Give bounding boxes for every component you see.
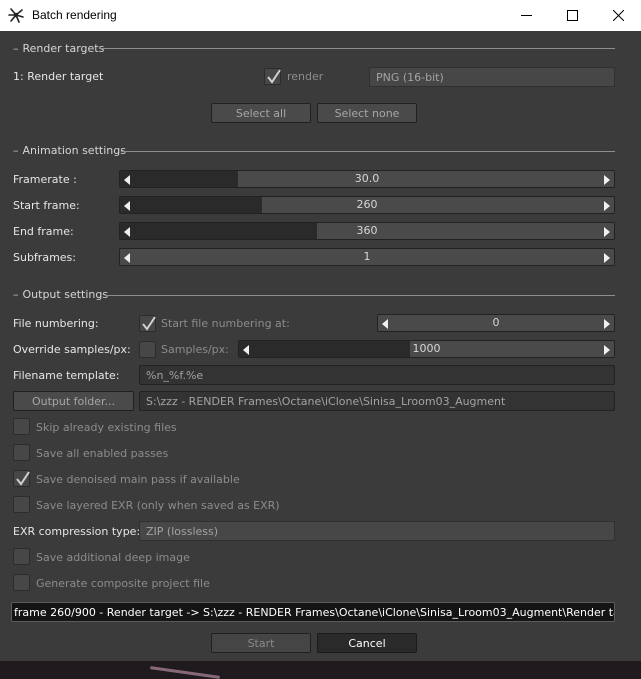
framerate-value: 30.0 <box>354 172 380 185</box>
save-all-passes-checkbox[interactable] <box>13 444 30 461</box>
render-checkbox-label: render <box>287 70 324 83</box>
save-deep-image-label: Save additional deep image <box>36 551 190 564</box>
start-button[interactable]: Start <box>211 633 311 653</box>
section-dash: – <box>13 287 19 301</box>
minimize-button[interactable] <box>503 0 549 31</box>
samples-px-label: Samples/px: <box>161 343 229 356</box>
save-denoised-label: Save denoised main pass if available <box>36 473 240 486</box>
octane-logo-icon <box>8 7 24 23</box>
section-rule <box>121 151 615 152</box>
override-samples-label: Override samples/px: <box>13 343 131 356</box>
composite-project-label: Generate composite project file <box>36 577 210 590</box>
composite-project-checkbox[interactable] <box>13 574 30 591</box>
increment-arrow-icon[interactable] <box>604 175 610 185</box>
select-none-button[interactable]: Select none <box>317 103 417 123</box>
start-frame-label: Start frame: <box>13 199 80 212</box>
render-format-select[interactable]: PNG (16-bit) <box>369 67 615 87</box>
save-denoised-checkbox[interactable] <box>13 470 30 487</box>
title-bar: Batch rendering <box>0 0 641 31</box>
end-frame-value: 360 <box>356 224 378 237</box>
framerate-label: Framerate : <box>13 173 77 186</box>
section-title-output-settings: Output settings <box>22 287 109 301</box>
render-target-label: 1: Render target <box>13 70 104 83</box>
minimize-icon <box>520 10 532 21</box>
section-rule <box>105 295 615 296</box>
filename-template-input[interactable]: %n_%f.%e <box>139 365 615 385</box>
increment-arrow-icon[interactable] <box>604 201 610 211</box>
cancel-button[interactable]: Cancel <box>317 633 417 653</box>
skip-existing-checkbox[interactable] <box>13 418 30 435</box>
section-render-targets: – Render targets <box>13 41 104 55</box>
file-numbering-label: File numbering: <box>13 317 99 330</box>
dialog-body: – Render targets 1: Render target render… <box>1 31 640 661</box>
background-strip <box>0 661 641 679</box>
start-numbering-slider[interactable]: 0 <box>377 314 615 332</box>
subframes-value: 1 <box>363 250 371 263</box>
section-output-settings: – Output settings <box>13 287 108 301</box>
filename-template-label: Filename template: <box>13 369 120 382</box>
render-checkbox[interactable] <box>264 68 281 85</box>
maximize-button[interactable] <box>549 0 595 31</box>
end-frame-label: End frame: <box>13 225 74 238</box>
section-rule <box>99 48 615 49</box>
subframes-label: Subframes: <box>13 251 76 264</box>
section-title-animation-settings: Animation settings <box>22 143 126 157</box>
maximize-icon <box>566 10 578 21</box>
section-dash: – <box>13 143 19 157</box>
section-title-render-targets: Render targets <box>22 41 105 55</box>
status-line: frame 260/900 - Render target -> S:\zzz … <box>11 602 615 622</box>
exr-compression-label: EXR compression type: <box>13 525 141 538</box>
section-dash: – <box>13 41 19 55</box>
increment-arrow-icon[interactable] <box>604 227 610 237</box>
override-samples-checkbox[interactable] <box>139 341 156 358</box>
window-title: Batch rendering <box>32 8 117 22</box>
subframes-slider[interactable]: 1 <box>119 248 615 266</box>
save-all-passes-label: Save all enabled passes <box>36 447 169 460</box>
output-folder-button[interactable]: Output folder... <box>13 391 134 411</box>
increment-arrow-icon[interactable] <box>604 253 610 263</box>
start-numbering-value: 0 <box>492 316 500 329</box>
close-button[interactable] <box>595 0 641 31</box>
end-frame-slider[interactable]: 360 <box>119 222 615 240</box>
framerate-slider[interactable]: 30.0 <box>119 170 615 188</box>
increment-arrow-icon[interactable] <box>604 345 610 355</box>
start-numbering-label: Start file numbering at: <box>161 317 290 330</box>
save-layered-exr-label: Save layered EXR (only when saved as EXR… <box>36 499 280 512</box>
save-layered-exr-checkbox[interactable] <box>13 496 30 513</box>
start-frame-slider[interactable]: 260 <box>119 196 615 214</box>
skip-existing-label: Skip already existing files <box>36 421 177 434</box>
section-animation-settings: – Animation settings <box>13 143 126 157</box>
select-all-button[interactable]: Select all <box>211 103 311 123</box>
samples-px-value: 1000 <box>412 342 441 355</box>
samples-px-slider[interactable]: 1000 <box>238 340 615 358</box>
start-frame-value: 260 <box>356 198 378 211</box>
start-numbering-checkbox[interactable] <box>139 315 156 332</box>
exr-compression-select[interactable]: ZIP (lossless) <box>139 521 615 541</box>
close-icon <box>612 10 624 21</box>
increment-arrow-icon[interactable] <box>604 319 610 329</box>
background-streak <box>150 666 220 679</box>
output-folder-path[interactable]: S:\zzz - RENDER Frames\Octane\iClone\Sin… <box>139 391 615 411</box>
save-deep-image-checkbox[interactable] <box>13 548 30 565</box>
